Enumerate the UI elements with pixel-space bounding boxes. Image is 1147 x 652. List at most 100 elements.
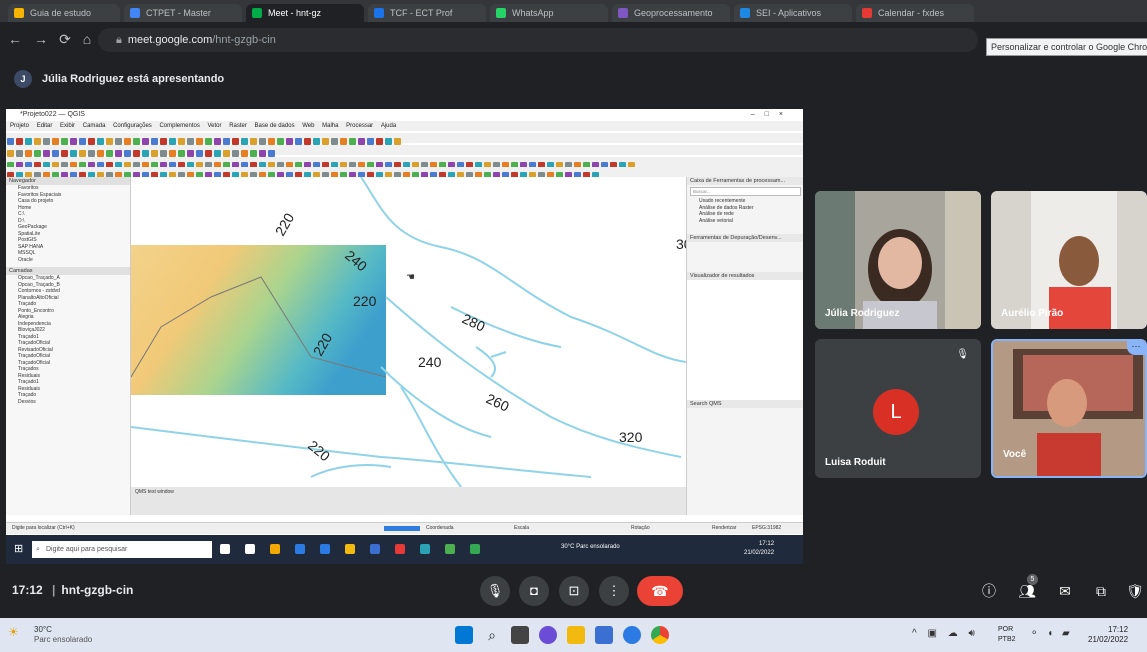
toolbar-tool-icon[interactable] [106,149,113,157]
tray-icons[interactable]: ^ ▣ ☁ 🔊︎ [912,628,979,639]
toolbar-tool-icon[interactable] [358,137,365,145]
browser-tab[interactable]: CTPET - Master [124,4,242,22]
network-volume-icons[interactable]: ⚬ ◖ ▰ [1030,628,1073,639]
qgis-toolbar[interactable] [6,157,803,169]
toolbar-tool-icon[interactable] [232,137,239,145]
weather-widget[interactable]: ☀ 30°C Parc ensolarado [8,625,92,645]
toolbar-tool-icon[interactable] [385,137,392,145]
activities-icon[interactable]: ⧉ [1090,580,1112,602]
toolbar-tool-icon[interactable] [151,137,158,145]
toolbar-tool-icon[interactable] [52,149,59,157]
toolbar-tool-icon[interactable] [259,137,266,145]
qgis-toolbar[interactable] [6,145,803,157]
toolbar-tool-icon[interactable] [187,149,194,157]
qgis-toolbar[interactable] [6,133,803,145]
present-button[interactable]: ⊡ [559,576,589,606]
store-icon[interactable] [595,626,613,644]
menu-item[interactable]: Exibir [60,123,75,129]
toolbar-tool-icon[interactable] [313,137,320,145]
toolbar-tool-icon[interactable] [142,137,149,145]
back-icon[interactable]: ← [6,31,24,47]
people-icon[interactable]: 👥︎ 5 [1016,574,1038,602]
task-view-icon[interactable] [511,626,529,644]
file-explorer-icon[interactable] [567,626,585,644]
more-options-icon[interactable]: ⋯ [1127,341,1145,355]
toolbar-tool-icon[interactable] [268,149,275,157]
toolbar-tool-icon[interactable] [196,149,203,157]
toolbar-tool-icon[interactable] [331,137,338,145]
browser-tab[interactable]: SEI - Aplicativos [734,4,852,22]
toolbar-tool-icon[interactable] [34,149,41,157]
toolbar-tool-icon[interactable] [142,149,149,157]
menu-item[interactable]: Base de dados [255,123,295,129]
toolbar-tool-icon[interactable] [7,149,14,157]
chrome-icon[interactable] [651,626,669,644]
browser-tab-active[interactable]: Meet - hnt-gz [246,4,364,22]
toolbar-tool-icon[interactable] [115,137,122,145]
menu-item[interactable]: Malha [322,123,338,129]
toolbar-tool-icon[interactable] [43,137,50,145]
toolbar-tool-icon[interactable] [304,137,311,145]
toolbar-tool-icon[interactable] [241,137,248,145]
toolbar-tool-icon[interactable] [52,137,59,145]
toolbar-tool-icon[interactable] [277,137,284,145]
toolbar-tool-icon[interactable] [214,137,221,145]
browser-tab[interactable]: WhatsApp [490,4,608,22]
toolbar-tool-icon[interactable] [250,149,257,157]
browser-tab[interactable]: TCF - ECT Prof [368,4,486,22]
toolbar-tool-icon[interactable] [169,149,176,157]
windows-start-icon[interactable] [455,626,473,644]
language-indicator[interactable]: POR PTB2 [998,625,1016,645]
participant-tile[interactable]: Aurélio Pirão [991,191,1147,329]
toolbar-tool-icon[interactable] [367,137,374,145]
menu-item[interactable]: Ajuda [381,123,396,129]
render-checkbox[interactable]: Renderizar [712,523,736,534]
participant-tile[interactable]: Júlia Rodriguez [815,191,981,329]
toolbar-tool-icon[interactable] [205,149,212,157]
menu-item[interactable]: Web [302,123,314,129]
browser-tab[interactable]: Guia de estudo [8,4,120,22]
menu-item[interactable]: Configurações [113,123,152,129]
toolbar-tool-icon[interactable] [97,137,104,145]
toolbar-tool-icon[interactable] [151,149,158,157]
toolbar-tool-icon[interactable] [322,137,329,145]
toolbar-tool-icon[interactable] [178,149,185,157]
toolbar-tool-icon[interactable] [133,149,140,157]
toolbar-tool-icon[interactable] [196,137,203,145]
chat-icon[interactable]: ✉ [1054,580,1076,602]
toolbar-tool-icon[interactable] [43,149,50,157]
locator-search-input[interactable]: Digite para localizar (Ctrl+K) [12,525,75,531]
toolbar-tool-icon[interactable] [124,149,131,157]
host-controls-icon[interactable]: 🛡︎ [1124,580,1146,602]
toolbar-tool-icon[interactable] [160,149,167,157]
participant-tile[interactable]: 🎙︎ L Luisa Roduit [815,339,981,478]
toolbar-tool-icon[interactable] [124,137,131,145]
toolbar-tool-icon[interactable] [232,149,239,157]
teams-chat-icon[interactable] [539,626,557,644]
toolbar-tool-icon[interactable] [178,137,185,145]
toolbar-tool-icon[interactable] [250,137,257,145]
toolbar-tool-icon[interactable] [241,149,248,157]
toolbar-tool-icon[interactable] [349,137,356,145]
address-bar[interactable]: 🔒︎ meet.google.com/hnt-gzgb-cin [98,28,978,52]
system-clock[interactable]: 17:12 21/02/2022 [1088,625,1128,645]
toolbar-tool-icon[interactable] [340,137,347,145]
menu-item[interactable]: Projeto [10,123,29,129]
toolbar-tool-icon[interactable] [25,149,32,157]
toolbar-tool-icon[interactable] [169,137,176,145]
reload-icon[interactable]: ⟳ [56,31,74,48]
toolbar-tool-icon[interactable] [70,137,77,145]
toolbar-tool-icon[interactable] [223,149,230,157]
toolbar-tool-icon[interactable] [268,137,275,145]
window-controls-icon[interactable]: –□× [751,109,793,121]
toolbar-tool-icon[interactable] [295,137,302,145]
toolbar-tool-icon[interactable] [34,137,41,145]
browser-item[interactable]: Oracle [6,257,130,264]
qgis-toolbar[interactable] [6,167,803,179]
crs-button[interactable]: EPSG:31982 [752,523,781,534]
self-view-tile[interactable]: ⋯ Você [991,339,1147,478]
toolbar-tool-icon[interactable] [88,137,95,145]
toolbar-tool-icon[interactable] [205,137,212,145]
toolbar-tool-icon[interactable] [25,137,32,145]
toolbar-tool-icon[interactable] [214,149,221,157]
